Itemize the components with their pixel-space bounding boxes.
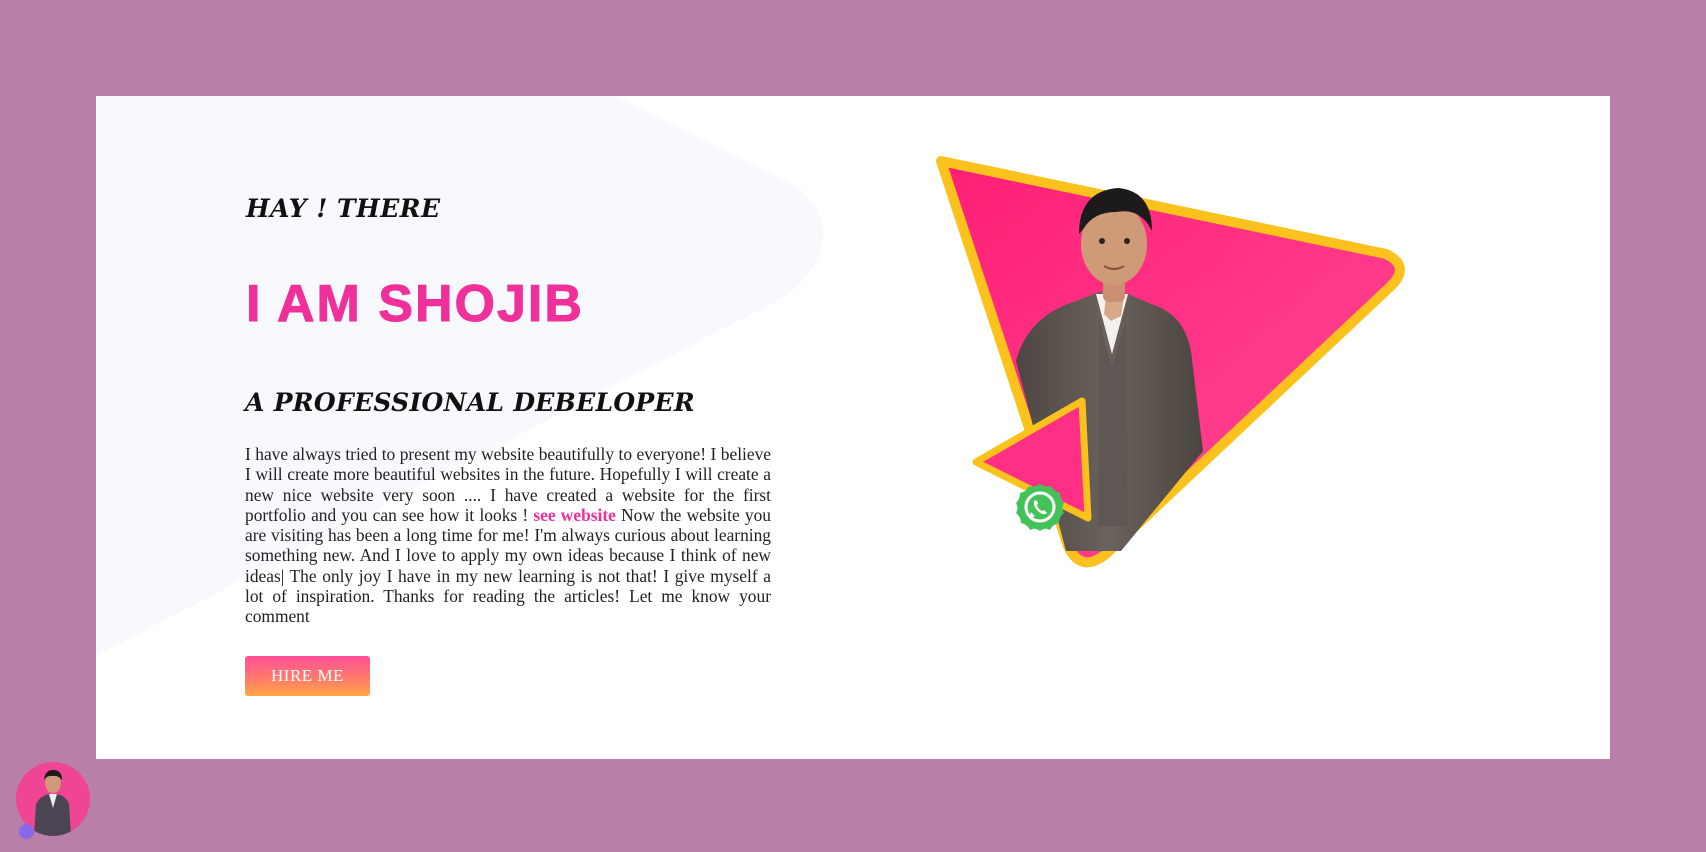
hero-card: HAY ! THERE I AM SHOJIB A PROFESSIONAL D…: [96, 96, 1610, 759]
hero-image: [936, 156, 1405, 568]
whatsapp-icon[interactable]: [1013, 481, 1067, 535]
greeting-heading: HAY ! THERE: [246, 194, 441, 223]
see-website-link[interactable]: see website: [533, 505, 615, 525]
hire-me-button[interactable]: HIRE ME: [245, 656, 370, 696]
name-heading: I AM SHOJIB: [246, 275, 584, 334]
role-heading: A PROFESSIONAL DEBELOPER: [245, 388, 695, 417]
bio-paragraph: I have always tried to present my websit…: [245, 444, 771, 627]
status-dot: [19, 824, 34, 839]
